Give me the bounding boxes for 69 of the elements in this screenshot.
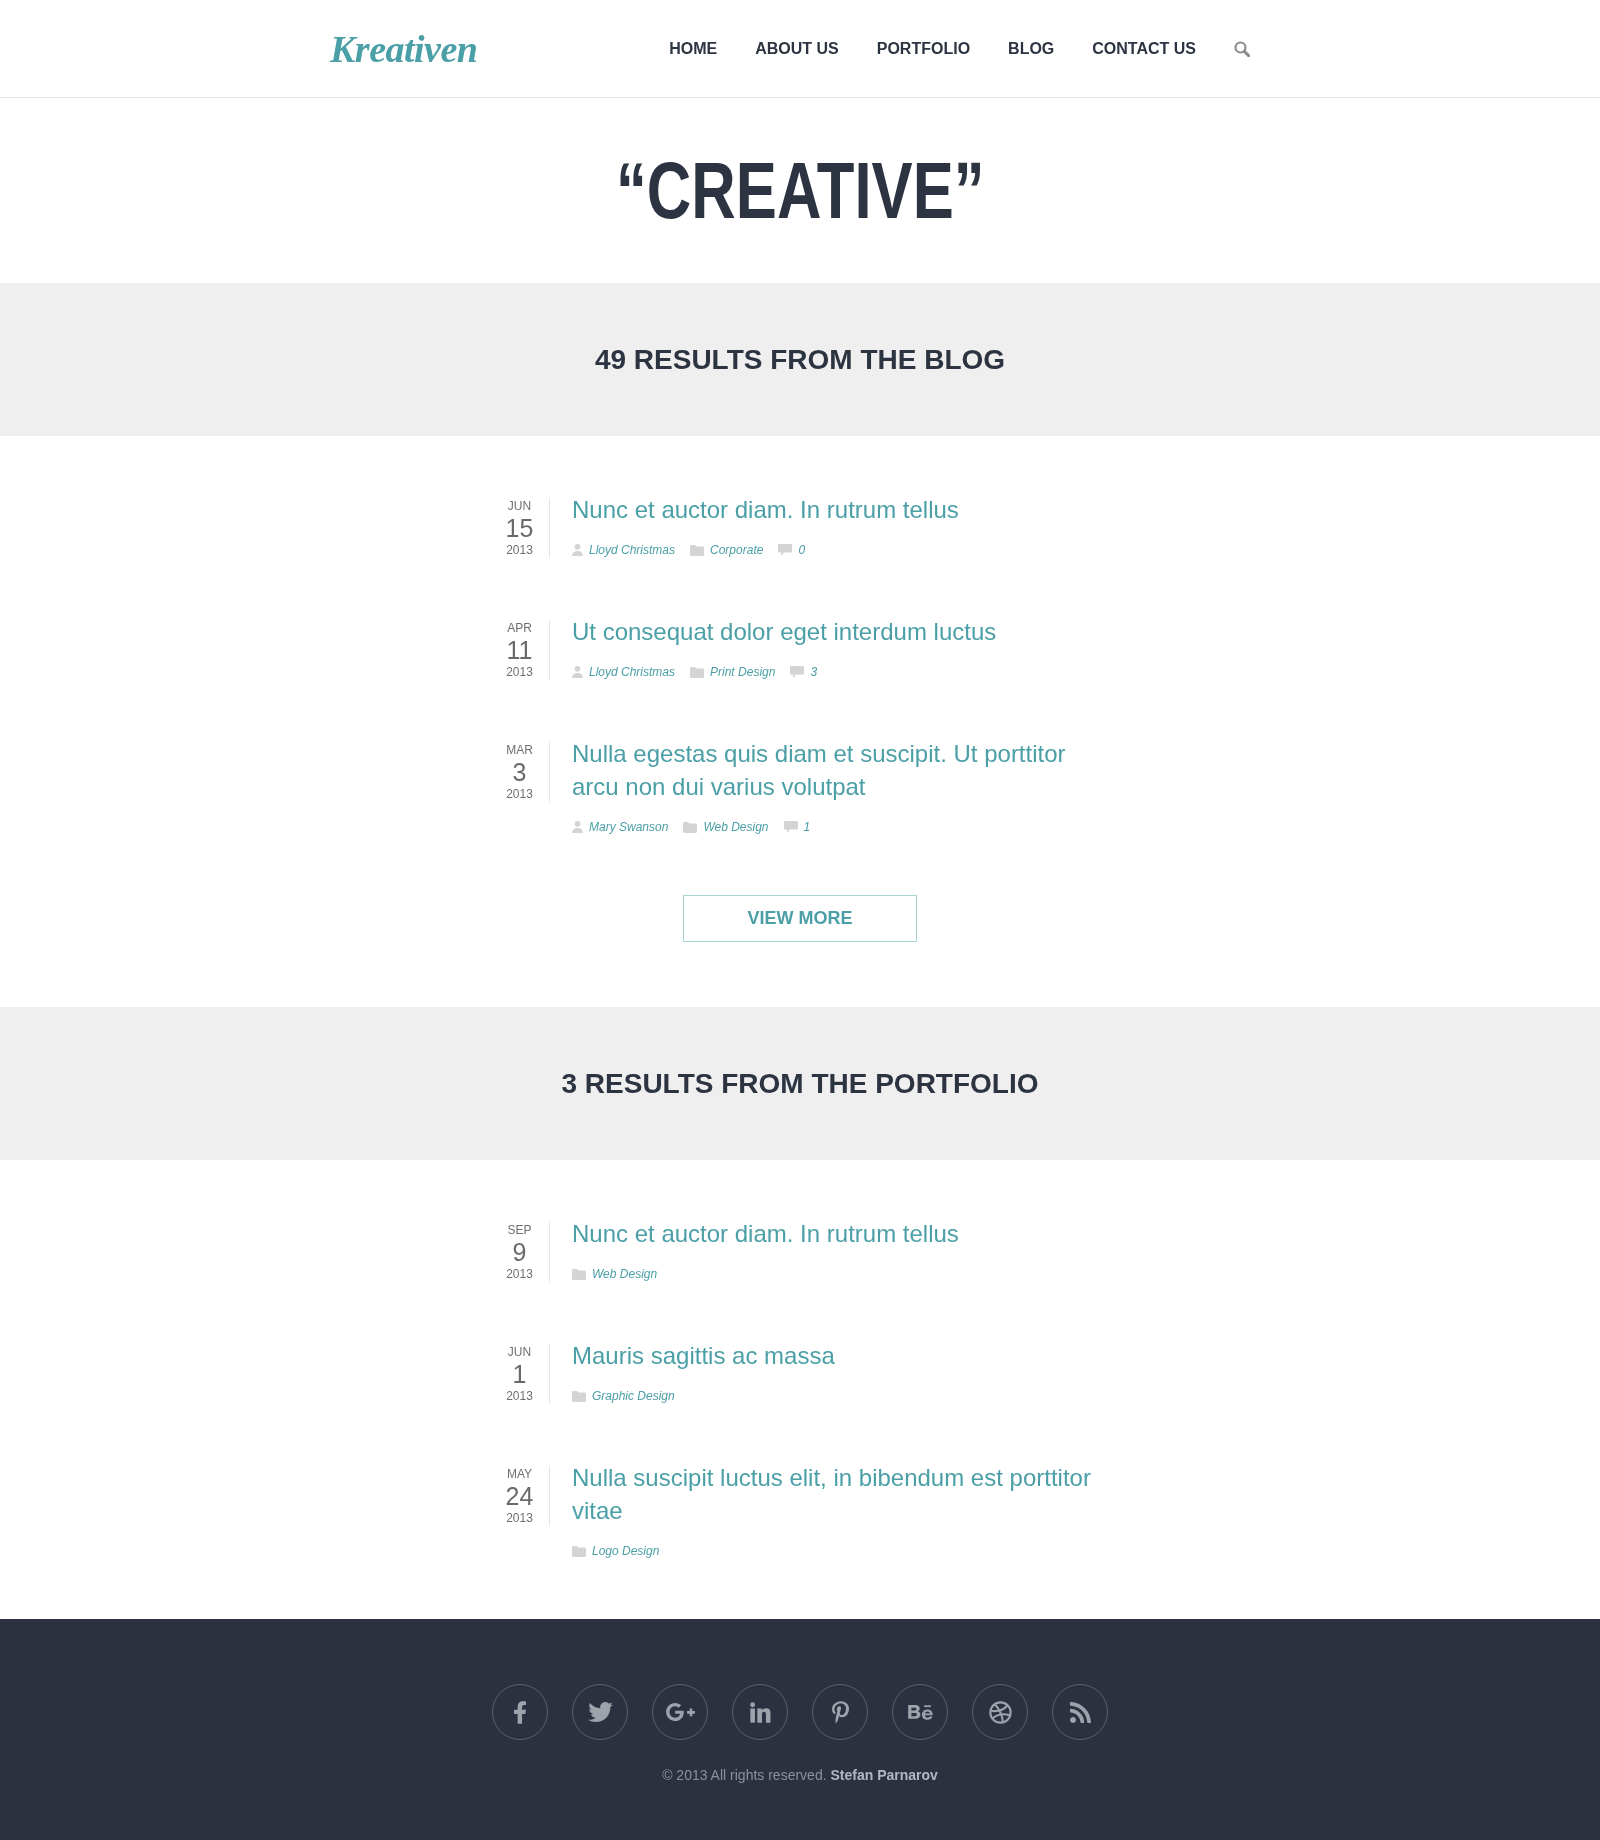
pinterest-icon (831, 1700, 849, 1724)
search-icon[interactable] (1234, 40, 1250, 57)
nav-link[interactable]: BLOG (1008, 38, 1055, 59)
result-title-link[interactable]: Nulla suscipit luctus elit, in bibendum est porttitor vitae (572, 1461, 1105, 1527)
folder-icon (572, 1268, 586, 1280)
comment-icon (783, 821, 798, 833)
comment-count-link[interactable]: 1 (803, 818, 811, 836)
folder-icon (690, 544, 705, 556)
category-link[interactable]: Print Design (710, 663, 776, 681)
date-month: MAY (506, 1466, 533, 1482)
result-title-link[interactable]: Nunc et auctor diam. In rutrum tellus (572, 1217, 1105, 1250)
rss-icon (1069, 1701, 1091, 1723)
user-icon (572, 544, 583, 556)
copyright-text: © 2013 All rights reserved. Stefan Parnarov (662, 1766, 938, 1785)
author-link[interactable]: Mary Swanson (589, 818, 669, 836)
date-year: 2013 (506, 542, 533, 558)
folder-icon (683, 821, 698, 833)
comment-icon (790, 666, 805, 678)
facebook-icon (514, 1700, 526, 1724)
folder-icon (572, 1545, 586, 1557)
nav-link[interactable]: ABOUT US (755, 38, 839, 59)
twitter-icon (587, 1702, 613, 1722)
behance-icon (907, 1704, 933, 1720)
section-heading: 3 RESULTS FROM THE PORTFOLIO (561, 1066, 1039, 1101)
date-day: 3 (512, 758, 527, 786)
result-title-link[interactable]: Nunc et auctor diam. In rutrum tellus (572, 493, 1105, 526)
linkedin-icon (749, 1701, 771, 1723)
nav-link[interactable]: HOME (669, 38, 718, 59)
nav-link[interactable]: CONTACT US (1092, 38, 1196, 59)
comment-count-link[interactable]: 0 (798, 541, 806, 559)
result-title-link[interactable]: Nulla egestas quis diam et suscipit. Ut porttitor arcu non dui varius volutpat (572, 737, 1105, 803)
date-month: JUN (507, 1344, 532, 1360)
author-link[interactable]: Stefan Parnarov (830, 1767, 938, 1783)
category-link[interactable]: Web Design (703, 818, 769, 836)
date-month: APR (507, 620, 532, 636)
date-month: SEP (507, 1222, 532, 1238)
view-more-button[interactable]: VIEW MORE (683, 895, 917, 942)
date-month: MAR (506, 742, 533, 758)
site-logo[interactable]: Kreativen (330, 29, 478, 68)
category-link[interactable]: Corporate (710, 541, 764, 559)
date-year: 2013 (506, 1266, 533, 1282)
folder-icon (572, 1390, 586, 1402)
result-title-link[interactable]: Ut consequat dolor eget interdum luctus (572, 615, 1105, 648)
author-link[interactable]: Lloyd Christmas (589, 541, 676, 559)
user-icon (572, 666, 583, 678)
date-day: 24 (505, 1482, 534, 1510)
date-year: 2013 (506, 786, 533, 802)
user-icon (572, 821, 583, 833)
result-title-link[interactable]: Mauris sagittis ac massa (572, 1339, 1105, 1372)
comment-count-link[interactable]: 3 (810, 663, 818, 681)
page-title: “CREATIVE” (615, 150, 985, 231)
author-link[interactable]: Lloyd Christmas (589, 663, 676, 681)
folder-icon (690, 666, 705, 678)
section-heading: 49 RESULTS FROM THE BLOG (594, 342, 1006, 377)
date-day: 1 (512, 1360, 527, 1388)
date-year: 2013 (506, 1510, 533, 1526)
nav-link[interactable]: PORTFOLIO (876, 38, 971, 59)
category-link[interactable]: Web Design (592, 1265, 658, 1283)
category-link[interactable]: Logo Design (592, 1542, 660, 1560)
comment-icon (778, 544, 793, 556)
date-year: 2013 (506, 1388, 533, 1404)
category-link[interactable]: Graphic Design (592, 1387, 675, 1405)
dribbble-icon (988, 1700, 1012, 1724)
date-month: JUN (507, 498, 532, 514)
date-day: 9 (512, 1238, 527, 1266)
date-day: 15 (505, 514, 534, 542)
date-year: 2013 (506, 664, 533, 680)
google-plus-icon (665, 1703, 695, 1721)
date-day: 11 (506, 636, 533, 664)
